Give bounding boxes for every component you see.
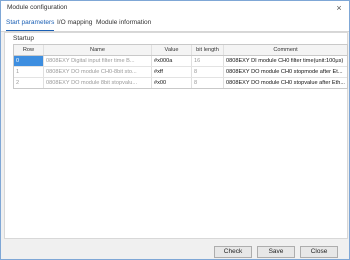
comment-cell[interactable]: 0808EXY DI module CH0 filter time(unit:1… xyxy=(224,56,347,66)
column-header-comment[interactable]: Comment xyxy=(224,45,347,55)
close-button[interactable]: Close xyxy=(300,246,338,258)
tab-io-mapping[interactable]: I/O mapping xyxy=(57,17,92,30)
check-button[interactable]: Check xyxy=(214,246,252,258)
tab-bar: Start parameters I/O mapping Module info… xyxy=(1,17,349,32)
row-index-cell[interactable]: 1 xyxy=(14,67,44,77)
bit-length-cell[interactable]: 8 xyxy=(192,78,224,88)
save-button[interactable]: Save xyxy=(257,246,295,258)
value-cell[interactable]: #x00 xyxy=(152,78,192,88)
comment-cell[interactable]: 0808EXY DO module CH0 stopvalue after Et… xyxy=(224,78,347,88)
column-header-name[interactable]: Name xyxy=(44,45,152,55)
title-bar: Module configuration × xyxy=(1,1,349,17)
startup-parameter-table: Row Name Value bit length Comment 0 0808… xyxy=(13,44,348,89)
name-cell[interactable]: 0808EXY Digital input filter time B... xyxy=(44,56,152,66)
row-index-cell[interactable]: 0 xyxy=(14,56,44,66)
button-bar: Check Save Close xyxy=(1,241,349,259)
value-cell[interactable]: #xff xyxy=(152,67,192,77)
start-parameters-panel: Startup Row Name Value bit length Commen… xyxy=(4,32,348,239)
value-cell[interactable]: #x000a xyxy=(152,56,192,66)
name-cell[interactable]: 0808EXY DO module CH0-8bit sto... xyxy=(44,67,152,77)
window-title: Module configuration xyxy=(7,4,68,11)
table-row[interactable]: 1 0808EXY DO module CH0-8bit sto... #xff… xyxy=(14,67,347,78)
name-cell[interactable]: 0808EXY DO module 8bit stopvalu... xyxy=(44,78,152,88)
bit-length-cell[interactable]: 16 xyxy=(192,56,224,66)
table-row[interactable]: 0 0808EXY Digital input filter time B...… xyxy=(14,56,347,67)
table-row[interactable]: 2 0808EXY DO module 8bit stopvalu... #x0… xyxy=(14,78,347,88)
tab-module-information[interactable]: Module information xyxy=(96,17,151,30)
module-configuration-window: Module configuration × Start parameters … xyxy=(0,0,350,260)
column-header-value[interactable]: Value xyxy=(152,45,192,55)
row-index-cell[interactable]: 2 xyxy=(14,78,44,88)
column-header-bit-length[interactable]: bit length xyxy=(192,45,224,55)
column-header-row[interactable]: Row xyxy=(14,45,44,55)
bit-length-cell[interactable]: 8 xyxy=(192,67,224,77)
close-icon[interactable]: × xyxy=(333,2,345,14)
tab-start-parameters[interactable]: Start parameters xyxy=(6,17,55,31)
startup-group-label: Startup xyxy=(13,35,34,42)
comment-cell[interactable]: 0808EXY DO module CH0 stopmode after Et.… xyxy=(224,67,347,77)
table-header: Row Name Value bit length Comment xyxy=(14,45,347,56)
